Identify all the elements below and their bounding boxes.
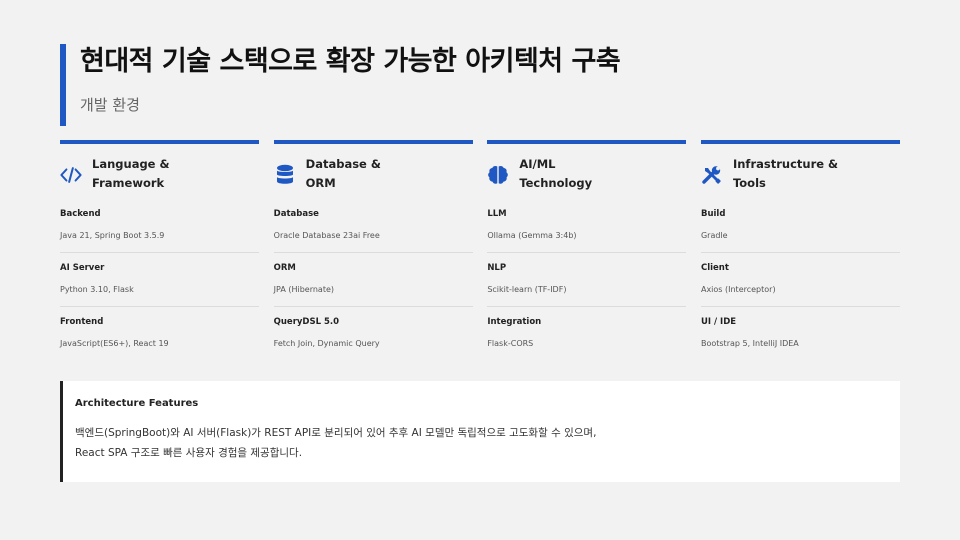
list-item: UI / IDE Bootstrap 5, IntelliJ IDEA: [701, 307, 900, 361]
column-title-line2: Tools: [732, 176, 766, 190]
column-title-line2: ORM: [305, 176, 336, 190]
item-label: Integration: [487, 317, 542, 327]
list-item: Frontend JavaScript(ES6+), React 19: [60, 307, 259, 361]
item-label: Backend: [60, 209, 101, 219]
features-title: Architecture Features: [75, 398, 199, 409]
page-subtitle: 개발 환경: [80, 96, 140, 114]
column-infrastructure-tools: Infrastructure & Tools Build Gradle Clie…: [700, 140, 900, 361]
item-value: JPA (Hibernate): [273, 285, 335, 294]
item-label: LLM: [487, 209, 507, 219]
database-icon: [274, 164, 296, 186]
column-title: AI/ML Technology: [519, 155, 592, 193]
item-value: Oracle Database 23ai Free: [273, 231, 380, 240]
item-value: Bootstrap 5, IntelliJ IDEA: [700, 339, 799, 348]
tools-icon: [701, 164, 723, 186]
item-value: Fetch Join, Dynamic Query: [273, 339, 380, 348]
brain-icon: [487, 164, 509, 186]
list-item: ORM JPA (Hibernate): [273, 253, 473, 307]
list-item: NLP Scikit-learn (TF-IDF): [487, 253, 687, 307]
column-title-line1: AI/ML: [519, 157, 556, 171]
list-item: Integration Flask-CORS: [487, 307, 686, 361]
column-title-line2: Technology: [519, 176, 593, 190]
list-item: Database Oracle Database 23ai Free: [273, 199, 473, 253]
list-item: LLM Ollama (Gemma 3:4b): [487, 199, 687, 253]
column-title-line1: Infrastructure &: [732, 157, 839, 171]
column-title-line1: Language &: [92, 157, 170, 171]
list-item: Client Axios (Interceptor): [700, 253, 900, 307]
column-header: Infrastructure & Tools: [701, 155, 900, 199]
item-value: Gradle: [700, 231, 728, 240]
features-line1: 백엔드(SpringBoot)와 AI 서버(Flask)가 REST API로…: [75, 427, 597, 439]
item-value: Java 21, Spring Boot 3.5.9: [60, 231, 165, 240]
column-title: Language & Framework: [92, 155, 170, 193]
item-label: UI / IDE: [700, 317, 737, 327]
features-line2: React SPA 구조로 빠른 사용자 경험을 제공합니다.: [75, 447, 303, 459]
title-block: 현대적 기술 스택으로 확장 가능한 아키텍처 구축 개발 환경: [60, 44, 621, 126]
item-value: Ollama (Gemma 3:4b): [487, 231, 577, 240]
column-ai-ml: AI/ML Technology LLM Ollama (Gemma 3:4b)…: [487, 140, 687, 361]
column-title-line2: Framework: [92, 176, 165, 190]
item-label: Database: [273, 209, 319, 219]
column-title-line1: Database &: [305, 157, 381, 171]
item-label: ORM: [273, 263, 296, 273]
column-language-framework: Language & Framework Backend Java 21, Sp…: [60, 140, 259, 361]
column-header: Language & Framework: [60, 155, 259, 199]
item-value: Flask-CORS: [487, 339, 534, 348]
code-icon: [60, 164, 82, 186]
column-title: Infrastructure & Tools: [733, 155, 838, 193]
item-value: Python 3.10, Flask: [60, 285, 134, 294]
item-label: Frontend: [60, 317, 104, 327]
item-label: QueryDSL 5.0: [273, 317, 340, 327]
column-database-orm: Database & ORM Database Oracle Database …: [273, 140, 473, 361]
tech-stack-columns: Language & Framework Backend Java 21, Sp…: [60, 140, 900, 361]
list-item: AI Server Python 3.10, Flask: [60, 253, 259, 307]
column-header: Database & ORM: [274, 155, 473, 199]
item-label: Client: [700, 263, 729, 273]
list-item: Build Gradle: [700, 199, 900, 253]
item-value: JavaScript(ES6+), React 19: [60, 339, 169, 348]
item-value: Axios (Interceptor): [700, 285, 776, 294]
item-label: NLP: [487, 263, 507, 273]
features-text: 백엔드(SpringBoot)와 AI 서버(Flask)가 REST API로…: [75, 423, 900, 463]
architecture-features-box: Architecture Features 백엔드(SpringBoot)와 A…: [60, 381, 900, 482]
column-header: AI/ML Technology: [487, 155, 686, 199]
item-value: Scikit-learn (TF-IDF): [487, 285, 567, 294]
item-label: Build: [700, 209, 726, 219]
item-label: AI Server: [60, 263, 105, 273]
column-title: Database & ORM: [306, 155, 381, 193]
list-item: Backend Java 21, Spring Boot 3.5.9: [60, 199, 259, 253]
page-title: 현대적 기술 스택으로 확장 가능한 아키텍처 구축: [80, 46, 621, 77]
list-item: QueryDSL 5.0 Fetch Join, Dynamic Query: [274, 307, 473, 361]
